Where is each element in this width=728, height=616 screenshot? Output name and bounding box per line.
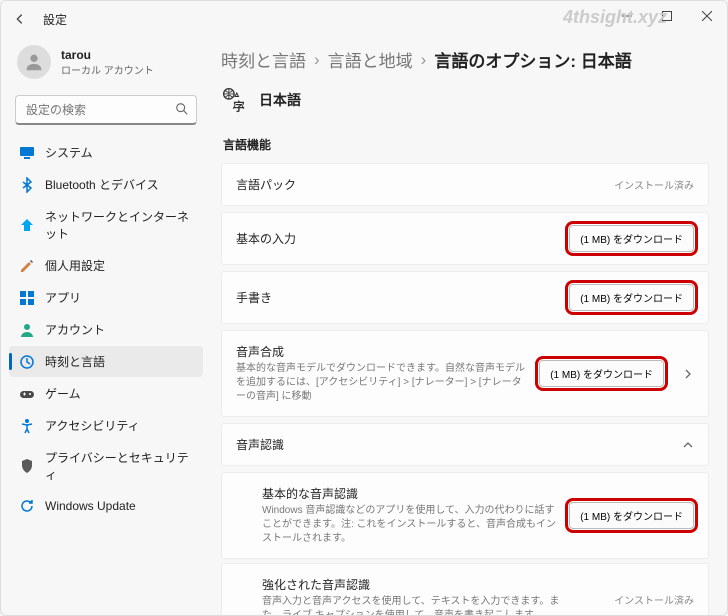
user-block[interactable]: tarou ローカル アカウント xyxy=(9,41,203,89)
card-basic-typing[interactable]: 基本の入力 (1 MB) をダウンロード xyxy=(221,212,709,265)
user-subtitle: ローカル アカウント xyxy=(61,62,154,77)
search-icon xyxy=(175,102,189,116)
sidebar-item-label: 個人用設定 xyxy=(45,257,105,274)
sidebar-item-system[interactable]: システム xyxy=(9,137,203,168)
download-button[interactable]: (1 MB) をダウンロード xyxy=(539,360,664,387)
time-icon xyxy=(19,354,35,370)
sidebar-item-personalization[interactable]: 個人用設定 xyxy=(9,250,203,281)
card-title: 音声合成 xyxy=(236,343,529,360)
card-title: 基本的な音声認識 xyxy=(262,485,559,502)
sidebar-item-label: ゲーム xyxy=(45,385,81,402)
sidebar-item-apps[interactable]: アプリ xyxy=(9,282,203,313)
minimize-button[interactable] xyxy=(607,1,647,31)
privacy-icon xyxy=(19,458,35,474)
breadcrumb-seg3: 言語のオプション: 日本語 xyxy=(434,47,631,72)
maximize-button[interactable] xyxy=(647,1,687,31)
language-icon: 字 xyxy=(221,86,249,114)
update-icon xyxy=(19,498,35,514)
chevron-right-icon: › xyxy=(314,50,320,70)
download-button[interactable]: (1 MB) をダウンロード xyxy=(569,502,694,529)
apps-icon xyxy=(19,290,35,306)
sidebar-item-label: アプリ xyxy=(45,289,81,306)
download-button[interactable]: (1 MB) をダウンロード xyxy=(569,284,694,311)
accessibility-icon xyxy=(19,418,35,434)
sidebar-item-label: ネットワークとインターネット xyxy=(45,208,193,242)
language-label: 日本語 xyxy=(259,90,301,110)
status-installed: インストール済み xyxy=(614,177,694,192)
section-title: 言語機能 xyxy=(223,136,709,153)
sidebar-item-update[interactable]: Windows Update xyxy=(9,491,203,521)
user-name: tarou xyxy=(61,48,154,62)
card-speech-basic[interactable]: 基本的な音声認識 Windows 音声認識などのアプリを使用して、入力の代わりに… xyxy=(221,472,709,559)
card-tts[interactable]: 音声合成 基本的な音声モデルでダウンロードできます。自然な音声モデルを追加するに… xyxy=(221,330,709,417)
back-button[interactable] xyxy=(11,10,29,28)
card-title: 言語パック xyxy=(236,176,604,193)
sidebar-item-label: Windows Update xyxy=(45,499,136,513)
download-button[interactable]: (1 MB) をダウンロード xyxy=(569,225,694,252)
sidebar-item-network[interactable]: ネットワークとインターネット xyxy=(9,201,203,249)
chevron-right-icon: › xyxy=(421,50,427,70)
main-content: 時刻と言語 › 言語と地域 › 言語のオプション: 日本語 字 日本語 言語機能… xyxy=(211,37,727,615)
sidebar-item-accessibility[interactable]: アクセシビリティ xyxy=(9,410,203,441)
sidebar-item-label: 時刻と言語 xyxy=(45,353,105,370)
sidebar-item-time[interactable]: 時刻と言語 xyxy=(9,346,203,377)
search-box[interactable] xyxy=(15,95,197,125)
avatar xyxy=(17,45,51,79)
chevron-up-icon xyxy=(682,439,694,451)
search-input[interactable] xyxy=(15,95,197,125)
card-desc: 基本的な音声モデルでダウンロードできます。自然な音声モデルを追加するには、[アク… xyxy=(236,362,529,404)
group-title: 音声認識 xyxy=(236,436,674,453)
card-title: 手書き xyxy=(236,289,559,306)
speech-recognition-header[interactable]: 音声認識 xyxy=(221,423,709,466)
gaming-icon xyxy=(19,386,35,402)
sidebar-item-label: Bluetooth とデバイス xyxy=(45,176,159,193)
sidebar-item-label: プライバシーとセキュリティ xyxy=(45,449,193,483)
breadcrumb: 時刻と言語 › 言語と地域 › 言語のオプション: 日本語 xyxy=(221,47,709,72)
accounts-icon xyxy=(19,322,35,338)
sidebar-item-gaming[interactable]: ゲーム xyxy=(9,378,203,409)
chevron-right-icon xyxy=(682,368,694,380)
breadcrumb-seg1[interactable]: 時刻と言語 xyxy=(221,47,306,72)
sidebar-item-accounts[interactable]: アカウント xyxy=(9,314,203,345)
card-desc: 音声入力と音声アクセスを使用して、テキストを入力できます。また、ライブ キャプシ… xyxy=(262,595,562,615)
card-speech-enhanced[interactable]: 強化された音声認識 音声入力と音声アクセスを使用して、テキストを入力できます。ま… xyxy=(221,563,709,615)
card-handwriting[interactable]: 手書き (1 MB) をダウンロード xyxy=(221,271,709,324)
sidebar-item-label: システム xyxy=(45,144,93,161)
sidebar-item-bluetooth[interactable]: Bluetooth とデバイス xyxy=(9,169,203,200)
language-header: 字 日本語 xyxy=(221,86,709,114)
personalization-icon xyxy=(19,258,35,274)
sidebar-item-privacy[interactable]: プライバシーとセキュリティ xyxy=(9,442,203,490)
network-icon xyxy=(19,217,35,233)
card-desc: Windows 音声認識などのアプリを使用して、入力の代わりに話すことができます… xyxy=(262,504,559,546)
window-title: 設定 xyxy=(43,11,67,28)
card-title: 強化された音声認識 xyxy=(262,576,604,593)
close-button[interactable] xyxy=(687,1,727,31)
breadcrumb-seg2[interactable]: 言語と地域 xyxy=(328,47,413,72)
system-icon xyxy=(19,145,35,161)
bluetooth-icon xyxy=(19,177,35,193)
status-installed: インストール済み xyxy=(614,592,694,607)
card-language-pack[interactable]: 言語パック インストール済み xyxy=(221,163,709,206)
sidebar-item-label: アクセシビリティ xyxy=(45,417,140,434)
sidebar-item-label: アカウント xyxy=(45,321,105,338)
sidebar: tarou ローカル アカウント システム Bluetooth とデバイスネットワ… xyxy=(1,37,211,615)
card-title: 基本の入力 xyxy=(236,230,559,247)
